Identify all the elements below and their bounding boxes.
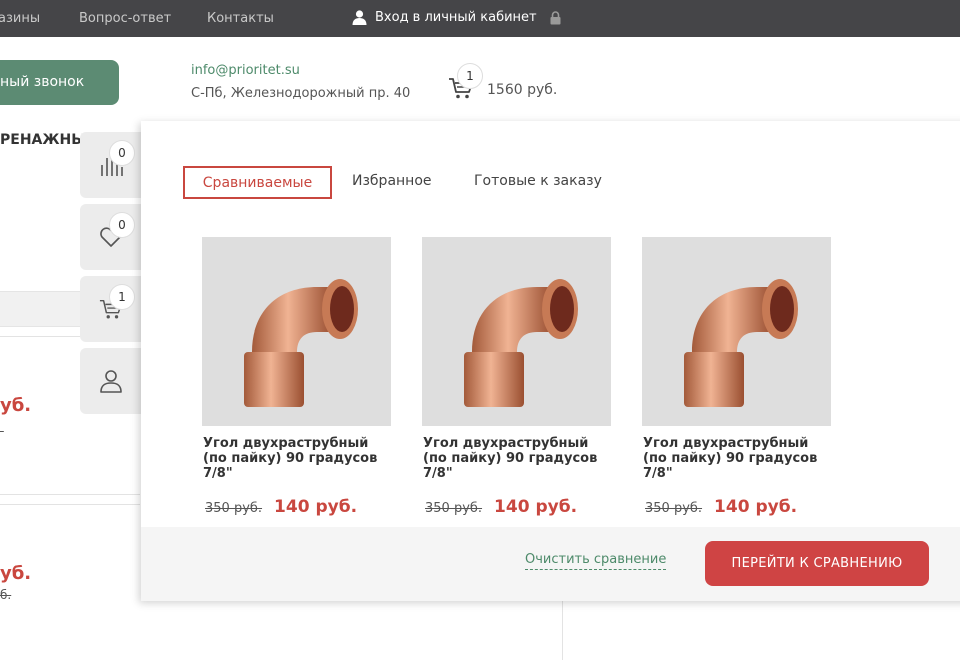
nav-link-contacts[interactable]: Контакты — [207, 11, 274, 26]
compare-tab[interactable] — [80, 132, 142, 198]
product-old-price: 350 руб. — [645, 501, 703, 516]
clear-compare-link[interactable]: Очистить сравнение — [525, 552, 667, 570]
user-icon — [352, 10, 367, 25]
product-price: 140 руб. — [714, 497, 798, 517]
user-icon — [100, 370, 122, 393]
divider — [0, 494, 140, 495]
product-card[interactable]: Угол двухраструбный (по пайку) 90 градус… — [642, 237, 832, 517]
product-card[interactable]: Угол двухраструбный (по пайку) 90 градус… — [202, 237, 392, 517]
panel-footer: Очистить сравнение ПЕРЕЙТИ К СРАВНЕНИЮ — [141, 527, 960, 601]
cart-count-badge: 1 — [109, 284, 135, 310]
lock-icon — [550, 11, 561, 25]
login-link[interactable]: Вход в личный кабинет — [352, 10, 537, 25]
tab-ready-to-order[interactable]: Готовые к заказу — [474, 166, 602, 199]
copper-elbow-image — [243, 278, 358, 407]
nav-link-faq[interactable]: Вопрос-ответ — [79, 11, 171, 26]
product-name[interactable]: Угол двухраструбный (по пайку) 90 градус… — [422, 436, 612, 481]
login-label: Вход в личный кабинет — [375, 10, 537, 25]
cart-tab[interactable] — [80, 276, 142, 342]
callback-button[interactable]: ный звонок — [0, 60, 119, 105]
header-cart-total: 1560 руб. — [487, 82, 558, 98]
product-card[interactable]: Угол двухраструбный (по пайку) 90 градус… — [422, 237, 612, 517]
go-to-compare-button[interactable]: ПЕРЕЙТИ К СРАВНЕНИЮ — [705, 541, 929, 586]
divider — [562, 600, 563, 660]
copper-elbow-image — [463, 278, 578, 407]
divider — [0, 504, 140, 505]
header-cart-count-badge: 1 — [457, 63, 483, 89]
copper-elbow-image — [683, 278, 798, 407]
product-price: 140 руб. — [274, 497, 358, 517]
product-name[interactable]: Угол двухраструбный (по пайку) 90 градус… — [642, 436, 832, 481]
tab-compare[interactable]: Сравниваемые — [183, 166, 332, 199]
top-bar: азины Вопрос-ответ Контакты Вход в личны… — [0, 0, 960, 37]
compare-count-badge: 0 — [109, 140, 135, 166]
background-old-price: б. — [0, 588, 12, 602]
account-tab[interactable] — [80, 348, 142, 414]
product-old-price: 350 руб. — [205, 501, 263, 516]
email-link[interactable]: info@prioritet.su — [191, 63, 300, 78]
nav-link-stores[interactable]: азины — [0, 11, 40, 26]
product-price: 140 руб. — [494, 497, 578, 517]
compare-panel: Сравниваемые Избранное Готовые к заказу … — [141, 121, 960, 601]
product-name[interactable]: Угол двухраструбный (по пайку) 90 градус… — [202, 436, 392, 481]
background-price: уб. — [0, 563, 32, 584]
background-bar — [0, 291, 80, 327]
favorites-tab[interactable] — [80, 204, 142, 270]
background-old-price-fragment — [0, 424, 6, 438]
product-old-price: 350 руб. — [425, 501, 483, 516]
product-image[interactable] — [202, 237, 391, 426]
product-image[interactable] — [422, 237, 611, 426]
favorites-count-badge: 0 — [109, 212, 135, 238]
tab-favorites[interactable]: Избранное — [352, 166, 432, 199]
address-text: С-Пб, Железнодорожный пр. 40 — [191, 86, 411, 101]
product-image[interactable] — [642, 237, 831, 426]
background-price: уб. — [0, 395, 32, 416]
